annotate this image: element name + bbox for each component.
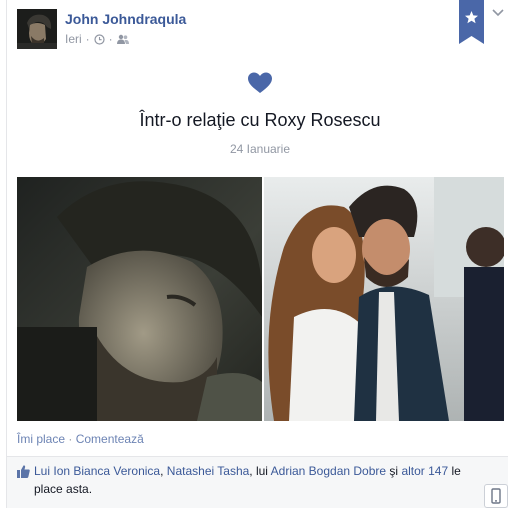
post-actions: Îmi place · Comentează — [17, 432, 144, 446]
relationship-date: 24 Ianuarie — [229, 142, 291, 156]
likes-prefix: Lui — [34, 464, 51, 478]
like-link[interactable]: Îmi place — [17, 432, 65, 446]
liker-link[interactable]: Adrian Bogdan Dobre — [271, 464, 386, 478]
liker-link[interactable]: Natashei Tasha — [167, 464, 250, 478]
clock-icon — [94, 33, 105, 45]
meta-separator: · — [108, 32, 113, 46]
relationship-title[interactable]: Într-o relaţie cu Roxy Rosescu — [0, 110, 508, 131]
likes-and: şi — [389, 464, 399, 478]
likes-sentence: Lui Ion Bianca Veronica, Natashei Tasha,… — [34, 462, 474, 498]
post-meta: Ieri · · — [65, 32, 129, 46]
likes-comma: , — [160, 464, 164, 478]
photo-right[interactable] — [264, 177, 504, 421]
relationship-story-post: John Johndraqula Ieri · · Într-o relaţie… — [0, 0, 508, 508]
star-bookmark-icon[interactable] — [459, 0, 484, 44]
liker-link[interactable]: Ion Bianca Veronica — [53, 464, 160, 478]
mobile-icon[interactable] — [484, 484, 508, 508]
author-avatar[interactable] — [17, 9, 57, 49]
post-timestamp[interactable]: Ieri — [65, 32, 82, 46]
action-separator: · — [68, 432, 73, 446]
likes-comma: , lui — [249, 464, 268, 478]
photo-left[interactable] — [17, 177, 262, 421]
thumbs-up-icon — [17, 465, 30, 478]
friends-icon[interactable] — [116, 34, 129, 44]
comment-link[interactable]: Comentează — [76, 432, 144, 446]
likers-others-link[interactable]: altor 147 — [401, 464, 448, 478]
divider — [6, 0, 7, 508]
meta-separator: · — [85, 32, 90, 46]
mobile-icon — [491, 488, 501, 504]
heart-icon — [248, 72, 272, 93]
chevron-down-icon[interactable] — [492, 8, 504, 18]
author-name-link[interactable]: John Johndraqula — [65, 11, 186, 27]
